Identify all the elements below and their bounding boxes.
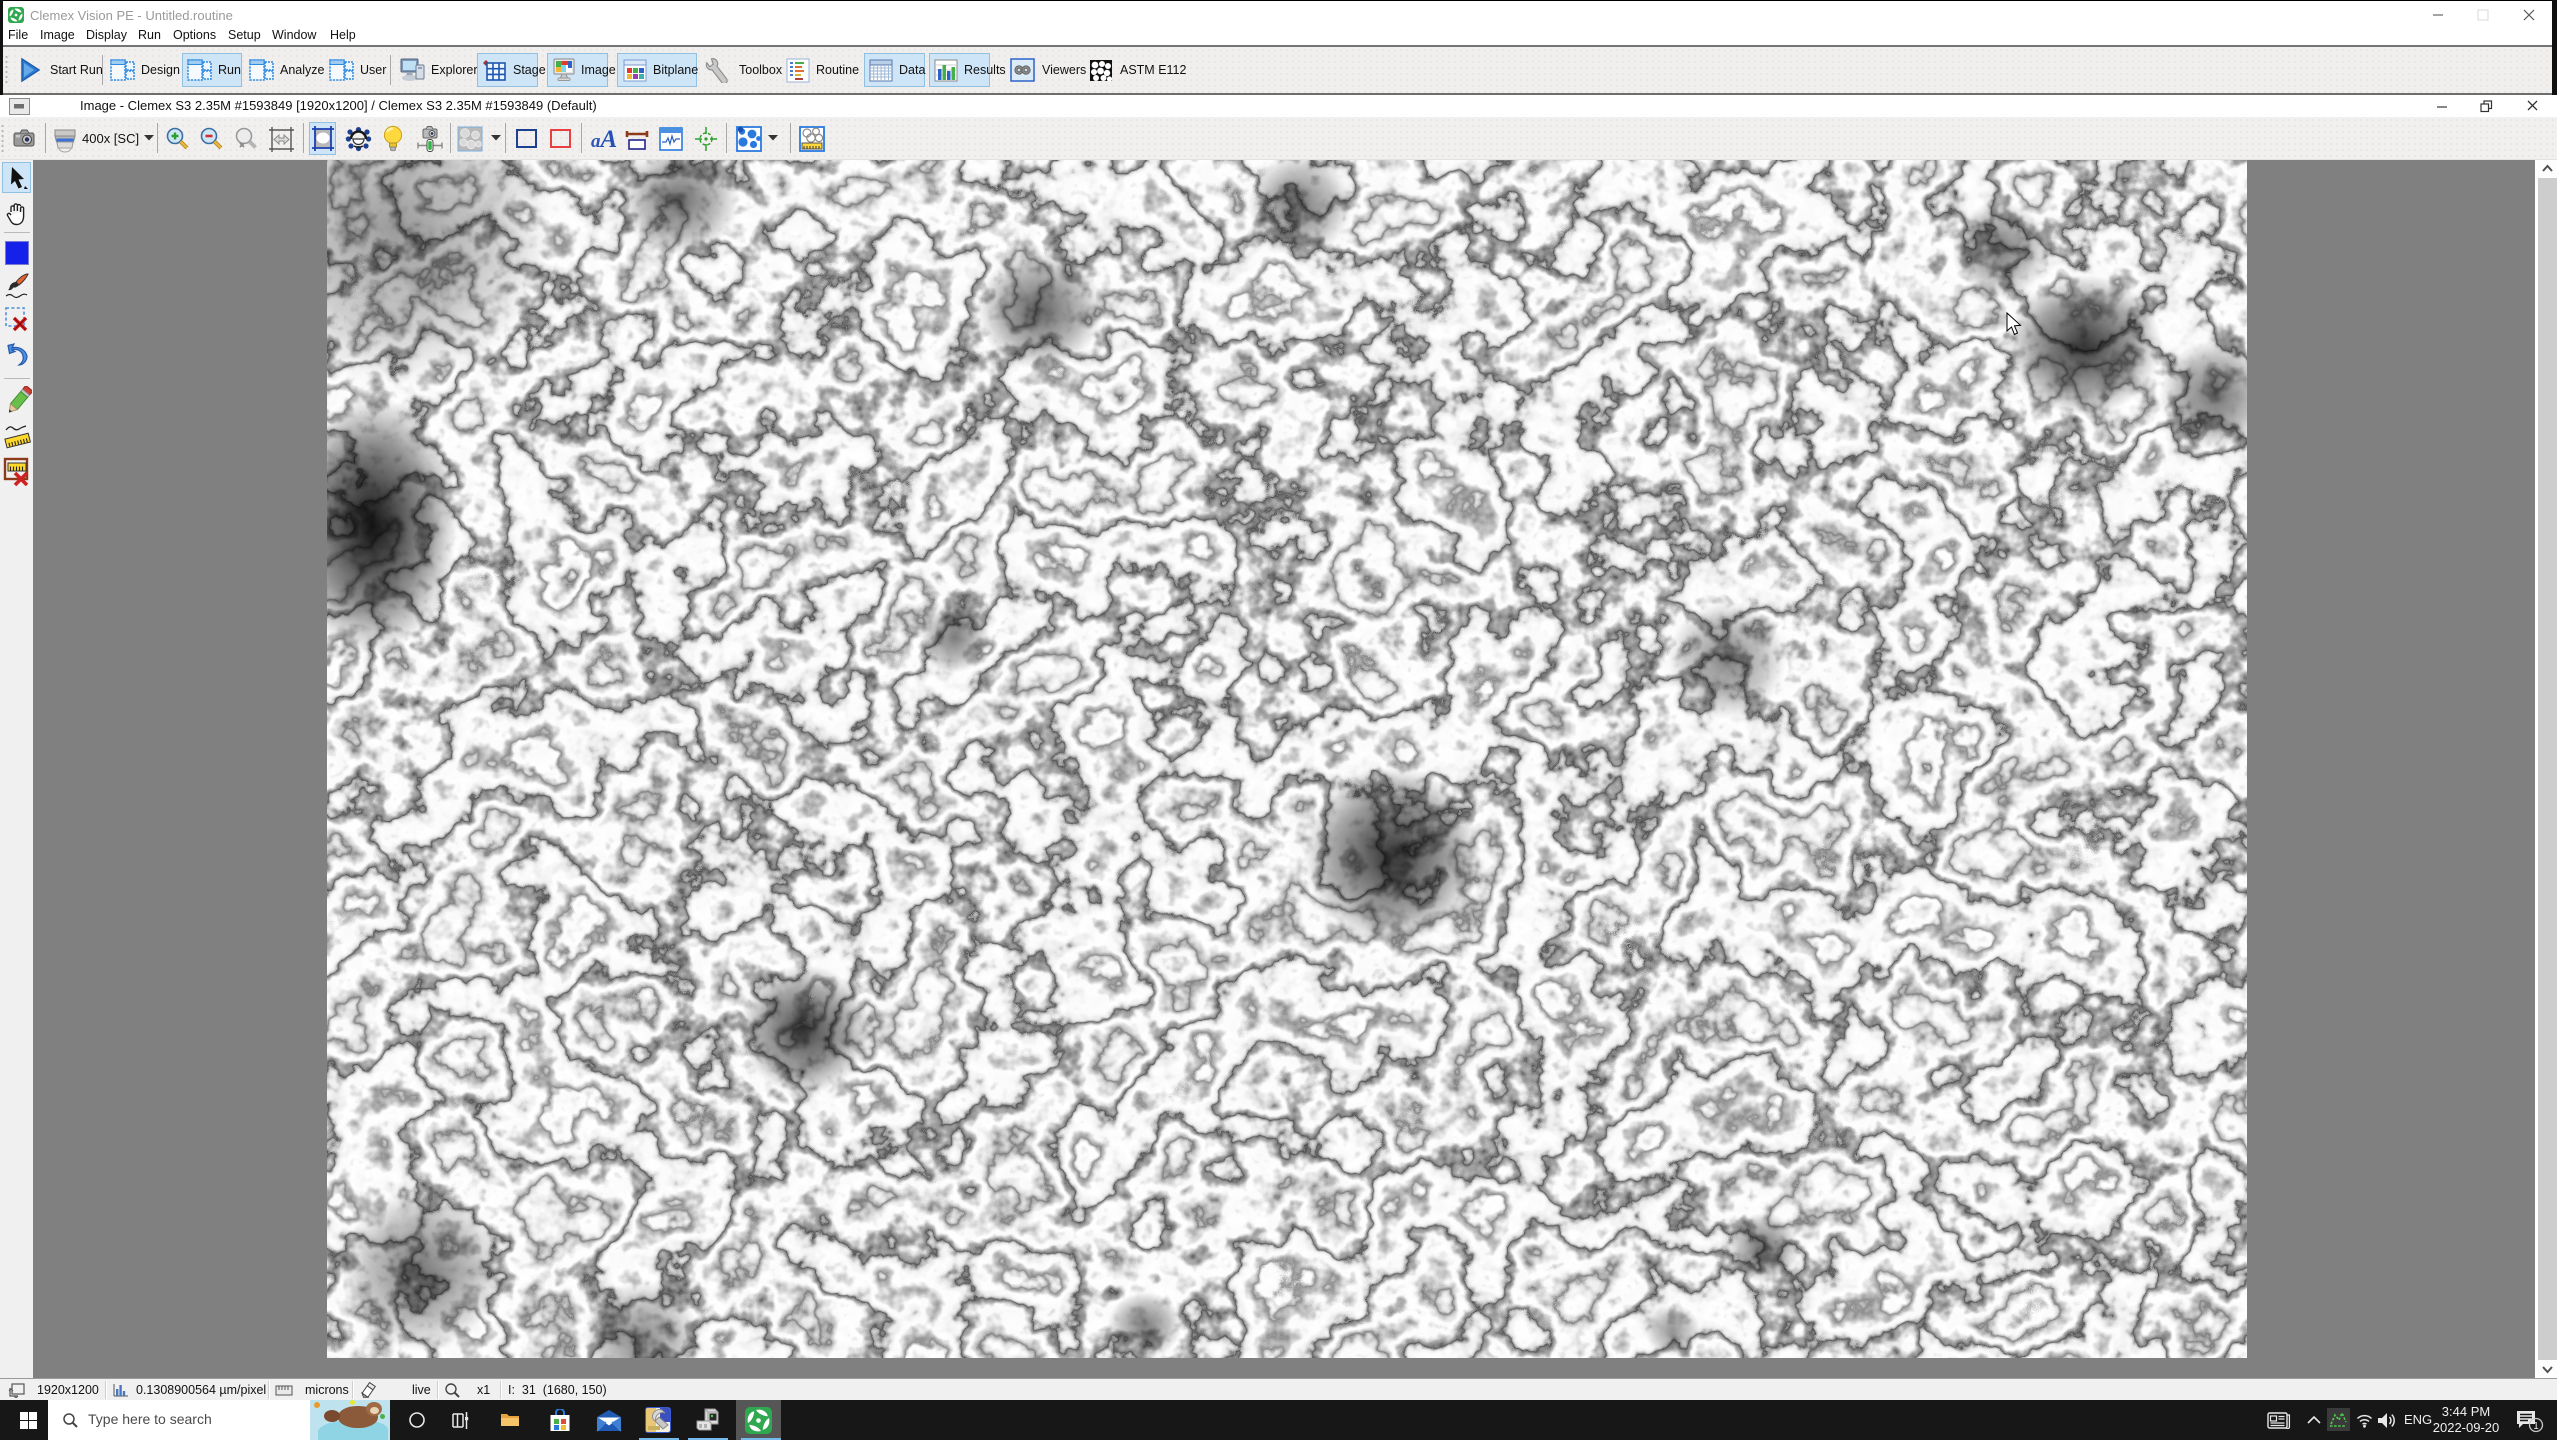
- svg-text:1: 1: [2533, 1421, 2539, 1432]
